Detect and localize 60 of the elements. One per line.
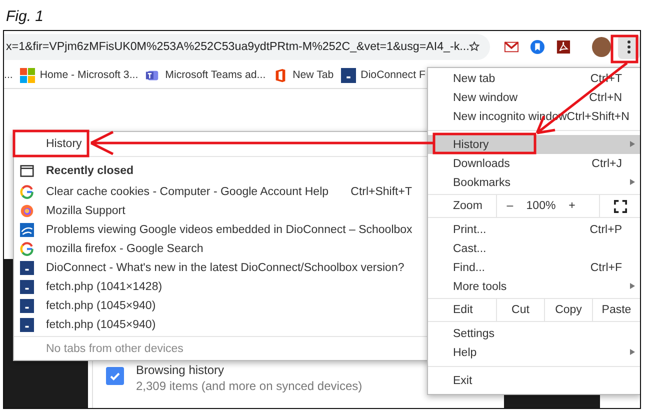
bookmark-item[interactable]: Home - Microsoft 3...: [20, 68, 138, 82]
annotation-box: [610, 34, 638, 64]
bookmark-item[interactable]: Microsoft Teams ad...: [145, 68, 266, 82]
google-logo-icon: [20, 184, 34, 198]
zoom-in-button[interactable]: +: [559, 195, 585, 217]
option-detail: 2,309 items (and more on synced devices): [136, 379, 362, 393]
recent-tab-item[interactable]: fetch.php (1041×1428): [14, 277, 430, 296]
recent-tab-item[interactable]: Mozilla Support: [14, 201, 430, 220]
swirl-logo-icon: [20, 222, 34, 236]
history-menu-item[interactable]: History: [46, 138, 82, 150]
star-icon[interactable]: [469, 39, 480, 54]
recent-tab-item[interactable]: DioConnect - What's new in the latest DioConnect/Schoolbox version?: [14, 258, 430, 277]
bookmark-item[interactable]: DioConnect F: [340, 68, 426, 82]
site-icon: [20, 298, 34, 312]
recent-tab-item[interactable]: Problems viewing Google videos embedded in DioConnect – Schoolbox: [14, 220, 430, 239]
edit-label: Edit: [428, 299, 497, 321]
site-icon: [20, 280, 34, 294]
recent-tab-item[interactable]: fetch.php (1045×940): [14, 315, 430, 334]
windows-logo-icon: [20, 68, 35, 82]
zoom-label: Zoom: [428, 195, 497, 217]
recent-tab-item[interactable]: mozilla firefox - Google Search: [14, 239, 430, 258]
edit-action-button[interactable]: Paste: [592, 299, 640, 321]
menu-item[interactable]: Settings: [428, 324, 640, 343]
menu-item[interactable]: More tools: [428, 277, 640, 296]
empty-message: No tabs from other devices: [46, 343, 184, 355]
menu-icon: [626, 40, 631, 54]
zoom-out-button[interactable]: –: [497, 195, 523, 217]
checkmark-icon: [109, 370, 121, 382]
site-icon: [340, 68, 356, 82]
google-logo-icon: [20, 242, 34, 256]
zoom-level: 100%: [525, 199, 557, 214]
firefox-logo-icon: [20, 204, 34, 218]
site-icon: [20, 260, 34, 274]
menu-item[interactable]: Exit: [428, 371, 640, 390]
checkbox[interactable]: [106, 367, 124, 385]
menu-item[interactable]: New window Ctrl+N: [428, 88, 640, 107]
shortcut-text: Ctrl+Shift+T: [350, 186, 412, 198]
url-text: x=1&fir=VPjm6zMFisUK0M%253A%252C53ua9ydtPRtm-M%252C_&vet=1&usg=AI4_-k...: [6, 40, 470, 53]
bookmark-icon[interactable]: [530, 38, 545, 54]
menu-item[interactable]: Print... Ctrl+P: [428, 220, 640, 239]
avatar-icon[interactable]: [592, 36, 611, 56]
site-icon: [20, 318, 34, 332]
figure-caption: Fig. 1: [6, 8, 44, 25]
address-bar[interactable]: x=1&fir=VPjm6zMFisUK0M%253A%252C53ua9ydtPRtm-M%252C_&vet=1&usg=AI4_-k...: [4, 34, 490, 60]
menu-item[interactable]: Cast...: [428, 239, 640, 258]
pdf-icon[interactable]: [556, 38, 571, 54]
recent-tab-item[interactable]: fetch.php (1045×940): [14, 296, 430, 315]
edit-action-button[interactable]: Copy: [544, 299, 592, 321]
menu-item[interactable]: Find... Ctrl+F: [428, 258, 640, 277]
bookmark-item[interactable]: ...: [4, 69, 13, 81]
menu-item[interactable]: Bookmarks: [428, 173, 640, 192]
window-icon: [20, 164, 34, 178]
menu-item[interactable]: Downloads Ctrl+J: [428, 154, 640, 173]
menu-item[interactable]: Help: [428, 343, 640, 362]
option-label: Browsing history: [136, 363, 226, 377]
bookmark-item[interactable]: New Tab: [272, 68, 334, 82]
edit-action-button[interactable]: Cut: [497, 299, 544, 321]
fullscreen-icon[interactable]: [614, 200, 626, 212]
recent-tab-item[interactable]: Clear cache cookies - Computer - Google Account Help Ctrl+Shift+T: [14, 182, 430, 201]
section-heading: Recently closed: [46, 164, 134, 176]
